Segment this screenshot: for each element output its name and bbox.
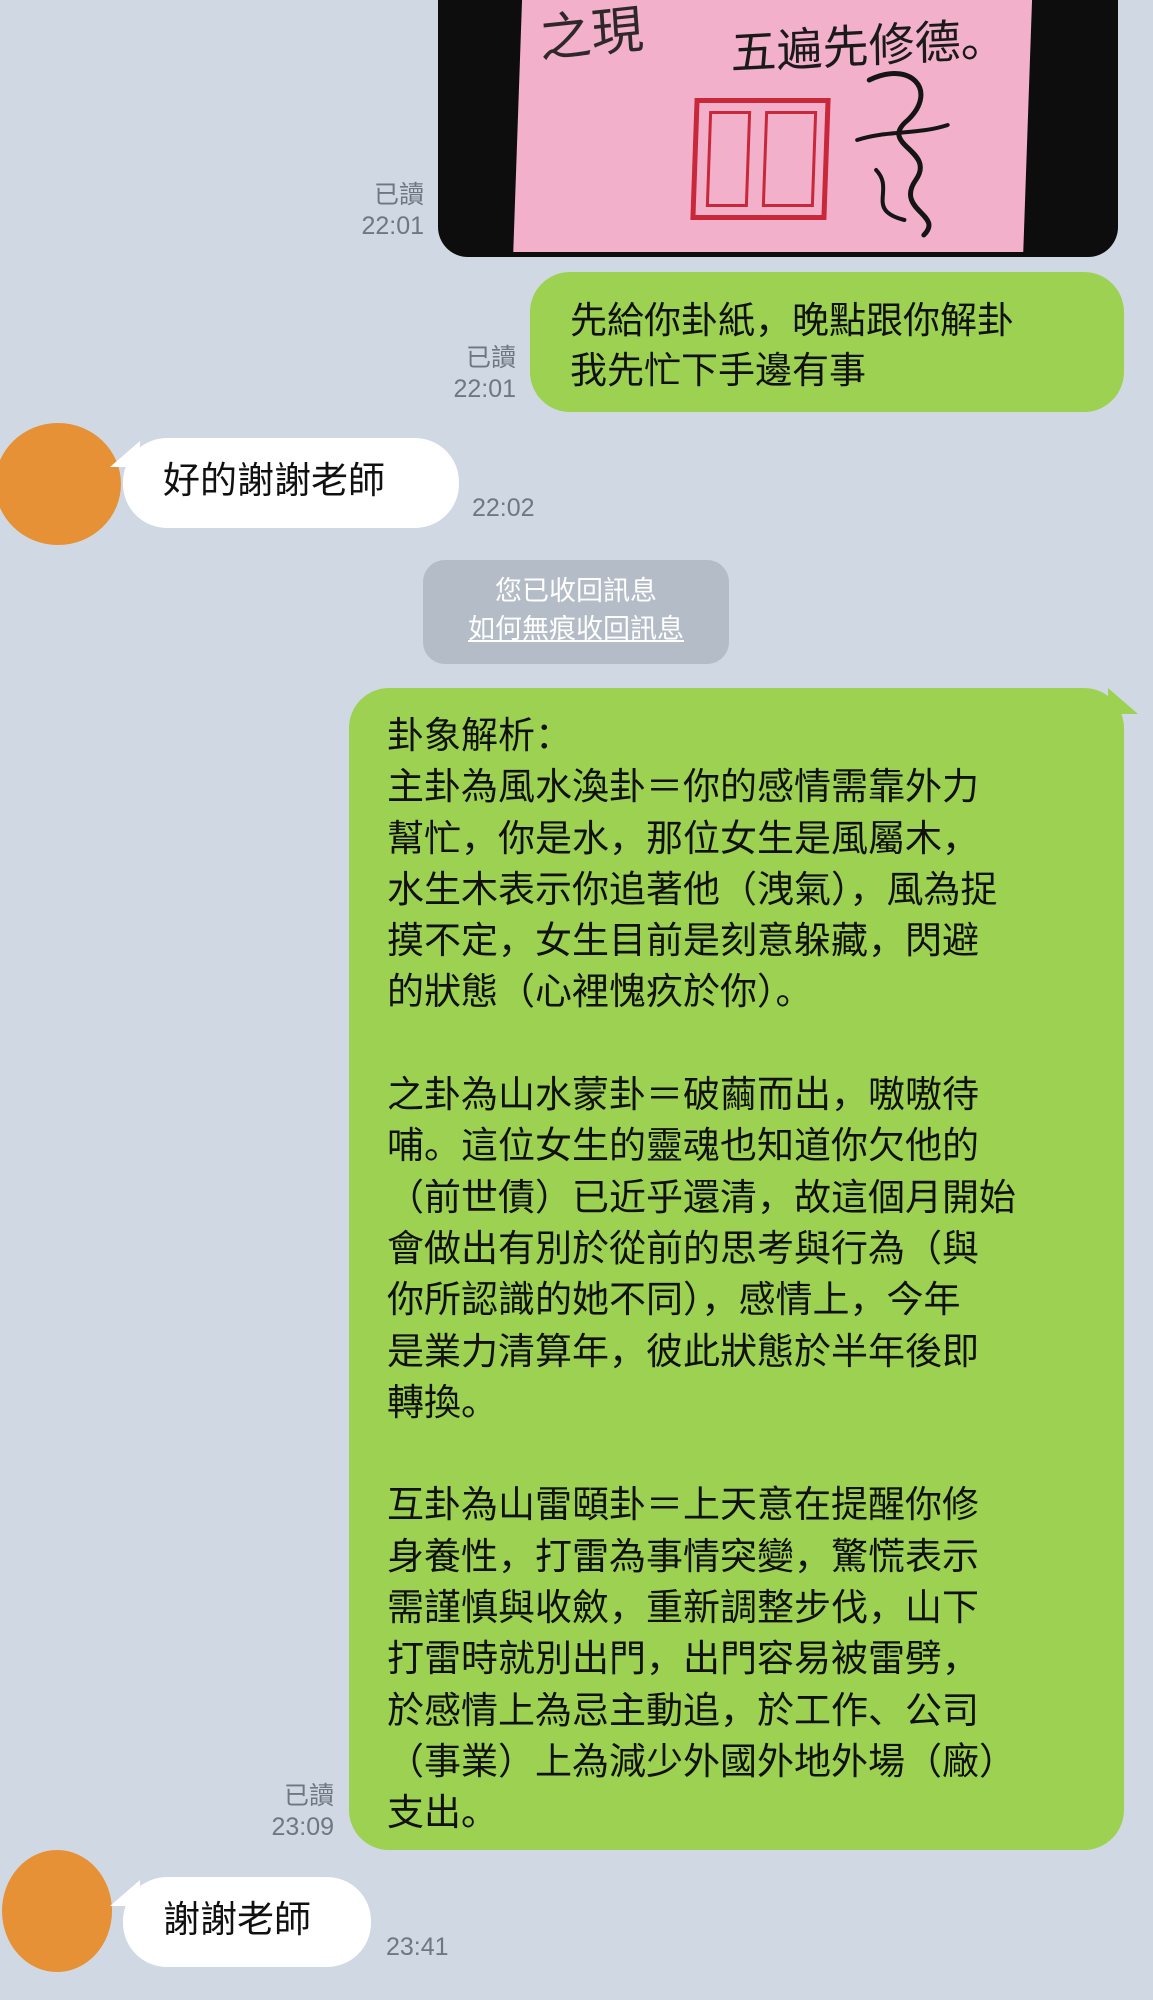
timestamp: 22:02	[472, 494, 535, 522]
message-text: 好的謝謝老師	[163, 459, 385, 502]
unsent-notice: 您已收回訊息 如何無痕收回訊息	[423, 560, 729, 664]
contact-avatar[interactable]	[2, 1850, 112, 1972]
outgoing-message[interactable]: 卦象解析： 主卦為風水渙卦＝你的感情需靠外力 幫忙，你是水，那位女生是風屬木， …	[349, 688, 1124, 1850]
outgoing-message[interactable]: 先給你卦紙，晚點跟你解卦 我先忙下手邊有事	[530, 272, 1124, 412]
unsend-help-link[interactable]: 如何無痕收回訊息	[423, 611, 729, 649]
handwriting-partial: 之現	[537, 0, 646, 71]
unsent-notice-text: 您已收回訊息	[495, 576, 657, 607]
incoming-message[interactable]: 好的謝謝老師	[123, 438, 459, 528]
message-meta: 已讀 23:09	[214, 1781, 334, 1843]
read-receipt: 已讀	[465, 344, 516, 372]
message-meta: 已讀 22:01	[304, 180, 424, 242]
timestamp: 23:09	[271, 1813, 334, 1841]
read-receipt: 已讀	[373, 181, 424, 209]
talisman-paper-image: 之現 五遍先修德。	[513, 0, 1033, 252]
read-receipt: 已讀	[283, 1782, 334, 1810]
message-text: 先給你卦紙，晚點跟你解卦 我先忙下手邊有事	[570, 299, 1014, 392]
signature-scribble	[855, 71, 950, 238]
timestamp: 23:41	[386, 1933, 449, 1961]
message-text: 卦象解析： 主卦為風水渙卦＝你的感情需靠外力 幫忙，你是水，那位女生是風屬木， …	[387, 714, 1016, 1835]
contact-avatar[interactable]	[0, 423, 121, 545]
red-seal-stamp	[690, 98, 831, 220]
incoming-message[interactable]: 謝謝老師	[123, 1877, 371, 1967]
timestamp: 22:01	[453, 375, 516, 403]
timestamp: 22:01	[361, 212, 424, 240]
message-text: 謝謝老師	[163, 1898, 311, 1941]
message-meta: 已讀 22:01	[396, 343, 516, 405]
photo-message[interactable]: 之現 五遍先修德。	[438, 0, 1118, 257]
